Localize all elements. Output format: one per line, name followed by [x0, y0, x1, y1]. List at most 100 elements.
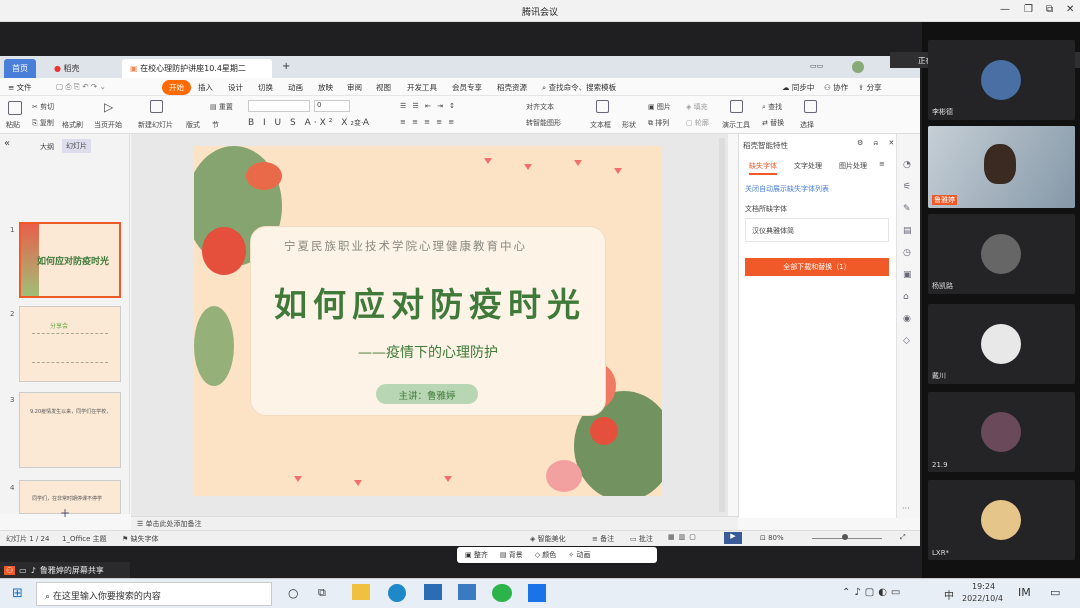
windows-start-icon[interactable]: ⊞	[12, 586, 23, 601]
comment-toggle[interactable]: ▭ 批注	[630, 534, 653, 544]
picture-button[interactable]: ▣ 图片	[648, 102, 671, 112]
slide-thumb-1[interactable]: 如何应对防疫时光	[19, 222, 121, 298]
reset-button[interactable]: ▤ 重置	[210, 102, 233, 112]
download-replace-button[interactable]: 全部下载和替换（1）	[745, 258, 889, 276]
clock-date[interactable]: 2022/10/4	[962, 594, 1003, 603]
minimize-icon[interactable]: —	[1000, 4, 1010, 15]
maximize-icon[interactable]: ❐	[1024, 4, 1033, 15]
zoom-fit-icon[interactable]: ⊡ 80%	[760, 534, 784, 542]
taskbar-search[interactable]: ⌕ 在这里输入你要搜索的内容	[36, 582, 272, 606]
play-icon[interactable]: ▶	[724, 532, 742, 544]
font-size-select[interactable]: 0	[314, 100, 350, 112]
task-view-icon[interactable]: ⧉	[318, 586, 326, 600]
add-slide-button[interactable]: +	[60, 506, 70, 520]
shape-button[interactable]: 形状	[622, 120, 636, 130]
menu-icon[interactable]: ≡	[879, 160, 885, 168]
tab-document[interactable]: ▣ 在校心理防护讲座10.4星期二	[122, 59, 272, 78]
beautify-button[interactable]: ◈ 智能美化	[530, 534, 566, 544]
to-smart-button[interactable]: 转智能图形	[526, 118, 561, 128]
tab-outline[interactable]: 大纲	[40, 142, 54, 152]
align-icons[interactable]: ≡ ≡ ≡ ≡ ≡	[400, 118, 456, 126]
play-tools-button[interactable]: 演示工具	[722, 120, 750, 130]
sync-status[interactable]: ☁ 同步中	[782, 82, 814, 93]
menu-start[interactable]: 开始	[162, 80, 191, 95]
menu-switch[interactable]: 切换	[258, 82, 273, 93]
edge-icon[interactable]	[388, 584, 406, 602]
find-button[interactable]: ⌕ 查找	[762, 102, 782, 112]
anim-tool[interactable]: ✧ 动画	[568, 550, 590, 560]
slide[interactable]: 宁夏民族职业技术学院心理健康教育中心 如何应对防疫时光 ——疫情下的心理防护 主…	[194, 146, 662, 496]
tray-icons[interactable]: ⌃♪▢◐▭	[842, 587, 904, 598]
color-tool[interactable]: ◇ 颜色	[535, 550, 557, 560]
right-toolbar-icons[interactable]: ◔ ⚟ ✎ ▤ ◷ ▣ ⌂ ◉ ◇	[903, 154, 912, 352]
menu-member[interactable]: 会员专享	[452, 82, 482, 93]
mail-icon[interactable]	[424, 584, 442, 600]
avatar[interactable]	[852, 61, 864, 73]
clock-time[interactable]: 19:24	[972, 582, 995, 591]
menu-review[interactable]: 审阅	[347, 82, 362, 93]
menu-file[interactable]: ≡ 文件	[8, 82, 32, 93]
zoom-thumb[interactable]	[842, 534, 848, 540]
view-mode-icons[interactable]: ▦▥▢	[668, 533, 700, 541]
close-icon[interactable]: ✕	[1066, 4, 1074, 15]
paste-button[interactable]: 粘贴	[6, 120, 20, 130]
fill-button[interactable]: ◈ 填充	[686, 102, 708, 112]
layout-icon[interactable]: ▭▭	[810, 62, 823, 70]
participant-tile[interactable]: 李彬德	[928, 40, 1075, 120]
tab-home[interactable]: 首页	[4, 59, 36, 78]
command-search[interactable]: ⌕ 查找命令、搜索模板	[542, 82, 616, 93]
tencent-meeting-icon[interactable]	[528, 584, 546, 602]
participant-tile[interactable]: 21.9	[928, 392, 1075, 472]
slide-speaker[interactable]: 主讲：鲁雅婷	[376, 384, 478, 404]
copy-button[interactable]: ⎘ 复制	[32, 118, 54, 128]
from-current-button[interactable]: 当页开始	[94, 120, 122, 130]
restore-icon[interactable]: ⧉	[1046, 4, 1053, 15]
font-family-select[interactable]	[248, 100, 310, 112]
slide-scrollbar[interactable]	[719, 138, 725, 512]
tab-image-process[interactable]: 图片处理	[839, 161, 867, 171]
new-slide-button[interactable]: 新建幻灯片	[138, 120, 173, 130]
store-icon[interactable]	[458, 584, 476, 600]
arrange-button[interactable]: ⧉ 排列	[648, 118, 669, 128]
text-dir-button[interactable]: 对齐文本	[526, 102, 554, 112]
tab-docer[interactable]: ● 稻壳	[46, 59, 88, 78]
missing-font-item[interactable]: 汉仪典雅体简	[745, 218, 889, 242]
select-button[interactable]: 选择	[800, 120, 814, 130]
close-auto-link[interactable]: 关闭自动展示缺失字体列表	[745, 184, 829, 194]
participant-tile[interactable]: LXR*	[928, 480, 1075, 560]
ime-indicator[interactable]: 中	[944, 587, 954, 602]
tab-missing-font[interactable]: 缺失字体	[749, 161, 777, 175]
cortana-icon[interactable]: ○	[288, 586, 298, 600]
slide-thumb-2[interactable]: 分享会	[19, 306, 121, 382]
collapse-icon[interactable]: «	[4, 138, 10, 149]
share-button[interactable]: ⇪ 分享	[858, 82, 882, 93]
slide-title[interactable]: 如何应对防疫时光	[252, 278, 608, 326]
format-painter[interactable]: 格式刷	[62, 120, 83, 130]
layout-button[interactable]: 版式	[186, 120, 200, 130]
coop-button[interactable]: ⚇ 协作	[824, 82, 848, 93]
arrange-tool[interactable]: ▣ 整齐	[465, 550, 488, 560]
section-button[interactable]: 节	[212, 120, 219, 130]
missing-font-status[interactable]: ⚑ 缺失字体	[122, 534, 159, 544]
menu-insert[interactable]: 插入	[198, 82, 213, 93]
participant-tile[interactable]: 戴川	[928, 304, 1075, 384]
slide-org[interactable]: 宁夏民族职业技术学院心理健康教育中心	[284, 238, 527, 254]
cut-button[interactable]: ✂ 剪切	[32, 102, 54, 112]
menu-show[interactable]: 放映	[318, 82, 333, 93]
app-icon[interactable]: ⅠM	[1018, 586, 1031, 599]
bg-tool[interactable]: ▤ 背景	[500, 550, 523, 560]
fit-window-icon[interactable]: ⤢	[900, 533, 906, 542]
slide-subtitle[interactable]: ——疫情下的心理防护	[250, 342, 606, 362]
menu-dev[interactable]: 开发工具	[407, 82, 437, 93]
paste-icon[interactable]	[8, 101, 24, 115]
notes-toggle[interactable]: ≡ 备注	[592, 534, 614, 544]
tab-slides[interactable]: 幻灯片	[62, 139, 91, 153]
notes-bar[interactable]: ☰ 单击此处添加备注	[131, 516, 738, 530]
textbox-button[interactable]: 文本框	[590, 120, 611, 130]
more-icon[interactable]: ···	[902, 504, 910, 513]
list-icons[interactable]: ☰ ☰ ⇤ ⇥ ↕	[400, 102, 457, 110]
participant-tile[interactable]: 杨凯路	[928, 214, 1075, 294]
quick-access-icons[interactable]: ▢ ⎙ ⎘ ↶ ↷ ⌄	[56, 82, 106, 92]
participant-tile-video[interactable]: 鲁雅婷	[928, 126, 1075, 208]
wechat-icon[interactable]	[492, 584, 512, 602]
